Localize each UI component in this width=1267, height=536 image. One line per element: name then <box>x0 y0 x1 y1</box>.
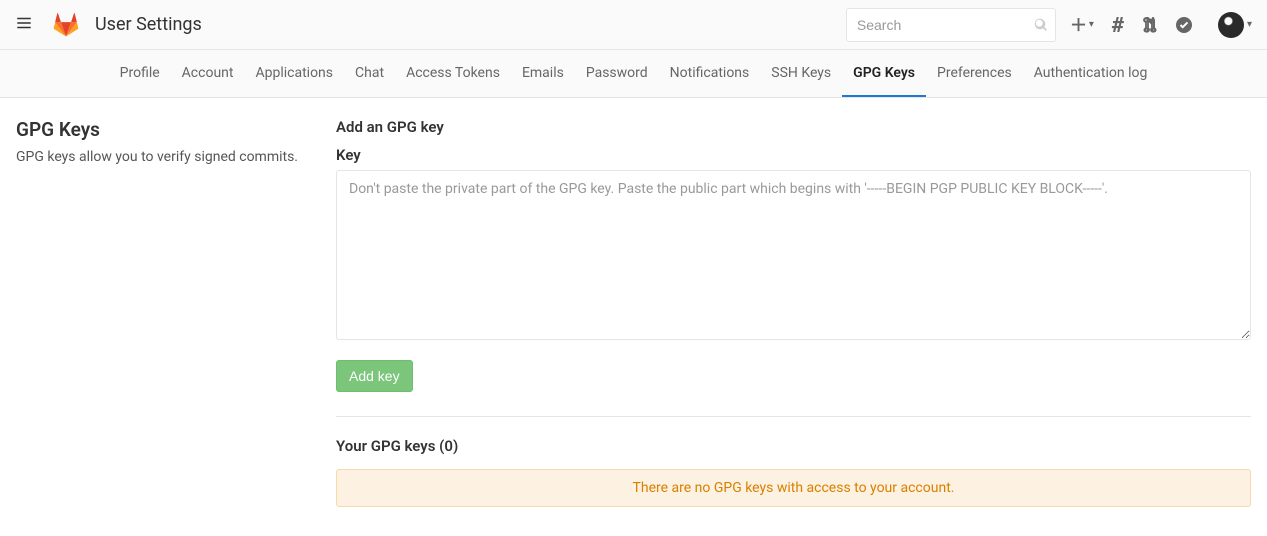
key-field-label: Key <box>336 146 1251 164</box>
settings-subnav: Profile Account Applications Chat Access… <box>0 50 1267 98</box>
subnav-ssh-keys[interactable]: SSH Keys <box>760 50 842 97</box>
search-input[interactable] <box>846 8 1056 42</box>
search-container <box>846 8 1056 42</box>
hamburger-icon <box>15 14 33 32</box>
section-text: GPG keys allow you to verify signed comm… <box>16 147 316 168</box>
main-panel: Add an GPG key Key Add key Your GPG keys… <box>336 118 1251 507</box>
hamburger-menu[interactable] <box>15 9 43 41</box>
subnav-preferences[interactable]: Preferences <box>926 50 1023 97</box>
subnav-access-tokens[interactable]: Access Tokens <box>395 50 511 97</box>
new-dropdown[interactable]: ▾ <box>1071 17 1094 32</box>
user-avatar <box>1218 12 1244 38</box>
gitlab-logo[interactable] <box>53 12 79 38</box>
subnav-profile[interactable]: Profile <box>109 50 171 97</box>
merge-request-icon <box>1142 17 1158 33</box>
subnav-authentication-log[interactable]: Authentication log <box>1023 50 1159 97</box>
topbar: User Settings ▾ # ▾ <box>0 0 1267 50</box>
add-key-button[interactable]: Add key <box>336 360 413 392</box>
todos-link[interactable] <box>1176 17 1192 33</box>
hash-icon: # <box>1112 13 1124 37</box>
subnav-chat[interactable]: Chat <box>344 50 395 97</box>
form-title: Add an GPG key <box>336 118 1251 136</box>
issues-link[interactable]: # <box>1112 13 1124 37</box>
section-description: GPG Keys GPG keys allow you to verify si… <box>16 118 336 507</box>
section-heading: GPG Keys <box>16 118 316 141</box>
divider <box>336 416 1251 417</box>
subnav-notifications[interactable]: Notifications <box>659 50 761 97</box>
caret-down-icon: ▾ <box>1089 19 1094 30</box>
subnav-gpg-keys[interactable]: GPG Keys <box>842 50 926 97</box>
keys-list-heading: Your GPG keys (0) <box>336 437 1251 455</box>
subnav-account[interactable]: Account <box>171 50 245 97</box>
merge-requests-link[interactable] <box>1142 17 1158 33</box>
gitlab-logo-icon <box>53 12 79 38</box>
subnav-emails[interactable]: Emails <box>511 50 575 97</box>
plus-icon <box>1071 17 1086 32</box>
user-menu[interactable]: ▾ <box>1218 12 1252 38</box>
empty-keys-alert: There are no GPG keys with access to you… <box>336 469 1251 507</box>
caret-down-icon: ▾ <box>1247 19 1252 30</box>
subnav-applications[interactable]: Applications <box>244 50 344 97</box>
page-title: User Settings <box>95 14 202 35</box>
content: GPG Keys GPG keys allow you to verify si… <box>0 98 1267 527</box>
check-circle-icon <box>1176 17 1192 33</box>
subnav-password[interactable]: Password <box>575 50 659 97</box>
gpg-key-textarea[interactable] <box>336 170 1251 340</box>
